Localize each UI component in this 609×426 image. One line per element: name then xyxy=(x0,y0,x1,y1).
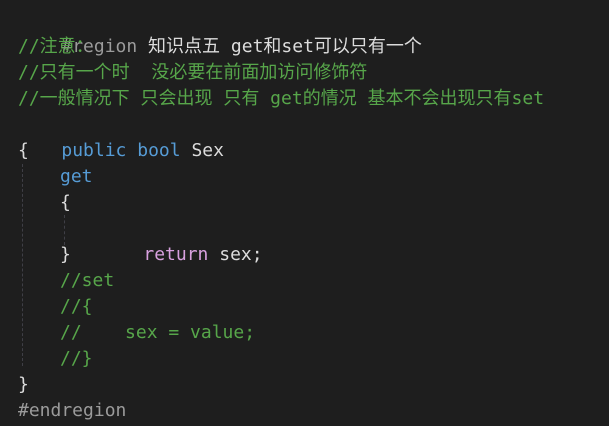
property-type: bool xyxy=(137,140,181,161)
setter-comment-4: //} xyxy=(60,348,93,369)
setter-comment-1: //set xyxy=(60,270,115,291)
return-keyword: return xyxy=(143,244,209,265)
comment-line-2: //只有一个时 没必要在前面加访问修饰符 xyxy=(18,62,368,83)
close-brace: } xyxy=(18,374,29,395)
property-name: Sex xyxy=(191,140,224,161)
endregion-directive: #endregion xyxy=(18,400,127,421)
open-brace: { xyxy=(18,140,29,161)
code-editor[interactable]: #region 知识点五 get和set可以只有一个 //注意： //只有一个时… xyxy=(0,0,609,426)
access-modifier: public xyxy=(61,140,127,161)
setter-comment-2: //{ xyxy=(60,296,93,317)
getter-close-brace: } xyxy=(60,244,71,265)
indent-guide-getter xyxy=(64,215,65,245)
getter-keyword: get xyxy=(60,166,93,187)
return-statement: return sex; xyxy=(100,216,262,265)
indent-guide-outer xyxy=(22,164,23,366)
region-line: #region 知识点五 get和set可以只有一个 xyxy=(18,8,422,57)
region-label: 知识点五 get和set可以只有一个 xyxy=(137,36,422,57)
comment-line-1: //注意： xyxy=(18,36,94,57)
setter-comment-3: // sex = value; xyxy=(60,322,256,343)
property-declaration: public bool Sex xyxy=(18,112,224,161)
comment-line-3: //一般情况下 只会出现 只有 get的情况 基本不会出现只有set xyxy=(18,88,545,109)
return-expression: sex; xyxy=(208,244,263,265)
getter-open-brace: { xyxy=(60,192,71,213)
